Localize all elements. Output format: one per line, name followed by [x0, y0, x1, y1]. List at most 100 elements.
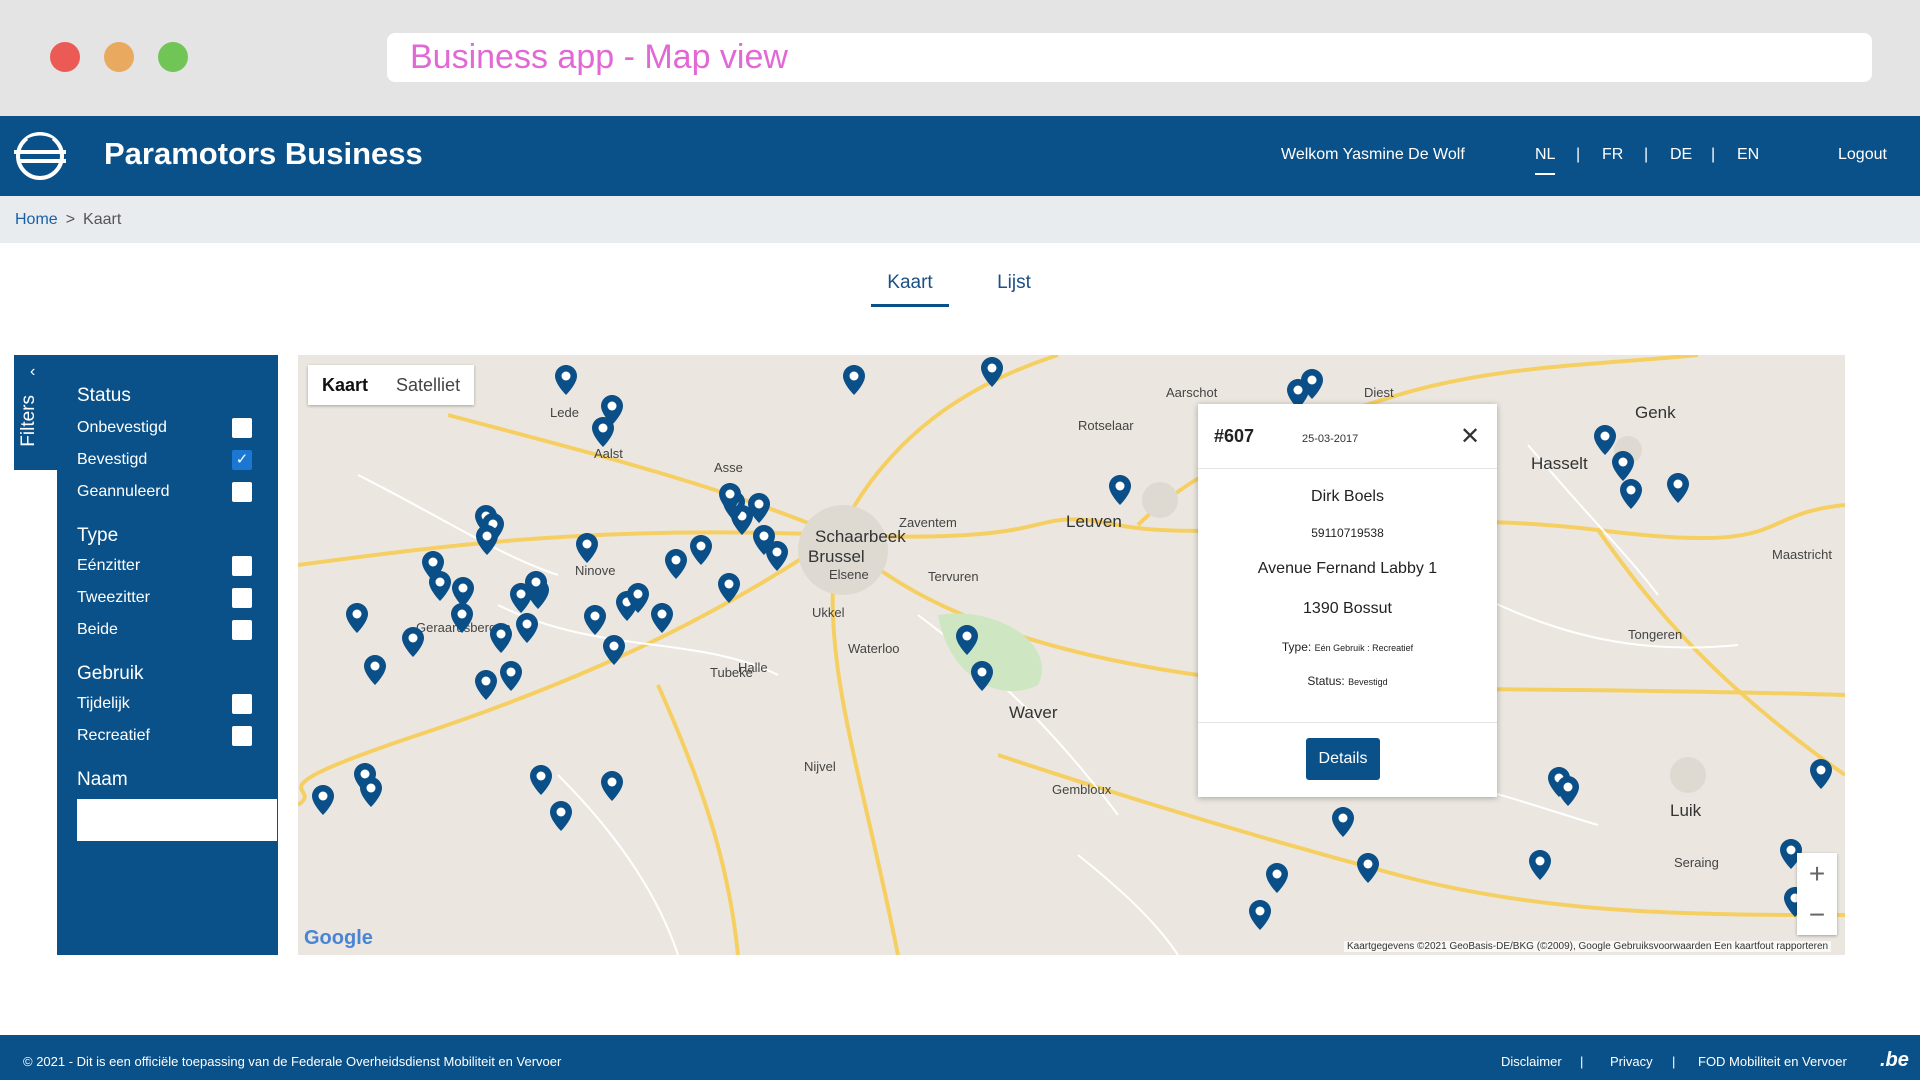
popup-divider [1198, 722, 1497, 723]
map-place-label: Ukkel [812, 605, 845, 620]
map-place-label: Leuven [1066, 512, 1122, 531]
filter-label-geannuleerd: Geannuleerd [77, 483, 170, 500]
logout-link[interactable]: Logout [1838, 146, 1887, 164]
naam-input[interactable] [77, 799, 277, 841]
map-pin-icon[interactable] [766, 541, 788, 571]
map-pin-icon[interactable] [718, 573, 740, 603]
map-pin-icon[interactable] [1612, 451, 1634, 481]
details-button[interactable]: Details [1306, 738, 1380, 780]
map-pin-icon[interactable] [1810, 759, 1832, 789]
lang-en[interactable]: EN [1737, 146, 1759, 164]
checkbox-onbevestigd[interactable] [232, 418, 252, 438]
map-pin-icon[interactable] [1249, 900, 1271, 930]
map-pin-icon[interactable] [1357, 853, 1379, 883]
map-pin-icon[interactable] [451, 603, 473, 633]
lang-de[interactable]: DE [1670, 146, 1692, 164]
filter-naam-heading: Naam [77, 769, 128, 790]
popup-type: Type: Eén Gebruik : Recreatief [1198, 640, 1497, 654]
map-pin-icon[interactable] [843, 365, 865, 395]
maximize-window-button[interactable] [158, 42, 188, 72]
map-pin-icon[interactable] [1529, 850, 1551, 880]
map-pin-icon[interactable] [601, 771, 623, 801]
map-pin-icon[interactable] [1667, 473, 1689, 503]
map-pin-icon[interactable] [971, 661, 993, 691]
map-pin-icon[interactable] [312, 785, 334, 815]
map-pin-icon[interactable] [555, 365, 577, 395]
map-attribution[interactable]: Kaartgegevens ©2021 GeoBasis-DE/BKG (©20… [1344, 941, 1832, 952]
map-pin-icon[interactable] [592, 417, 614, 447]
map-pin-icon[interactable] [530, 765, 552, 795]
map-pin-icon[interactable] [516, 613, 538, 643]
map-pin-icon[interactable] [550, 801, 572, 831]
map-pin-icon[interactable] [576, 533, 598, 563]
lang-separator: | [1644, 146, 1649, 163]
checkbox-recreatief[interactable] [232, 726, 252, 746]
zoom-in-button[interactable]: + [1797, 853, 1837, 894]
close-icon[interactable]: ✕ [1460, 422, 1480, 451]
app-title: Paramotors Business [104, 136, 423, 171]
map-pin-icon[interactable] [364, 655, 386, 685]
map-pin-icon[interactable] [476, 525, 498, 555]
map-pin-icon[interactable] [719, 483, 741, 513]
map-pin-icon[interactable] [627, 583, 649, 613]
checkbox-beide[interactable] [232, 620, 252, 640]
filter-label-beide: Beide [77, 621, 118, 638]
map-pin-icon[interactable] [346, 603, 368, 633]
map-pin-icon[interactable] [1557, 776, 1579, 806]
map-pin-icon[interactable] [1266, 863, 1288, 893]
map-pin-icon[interactable] [402, 627, 424, 657]
breadcrumb-home[interactable]: Home [15, 211, 58, 228]
map-type-satelliet[interactable]: Satelliet [382, 365, 474, 405]
map-pin-icon[interactable] [1301, 369, 1323, 399]
close-window-button[interactable] [50, 42, 80, 72]
footer-link-privacy[interactable]: Privacy [1610, 1054, 1653, 1069]
chevron-left-icon[interactable]: ‹ [30, 363, 35, 381]
map-pin-icon[interactable] [1109, 475, 1131, 505]
map-place-label: Gembloux [1052, 782, 1112, 797]
filters-toggle[interactable]: ‹ Filters [14, 355, 57, 470]
popup-type-value: Eén Gebruik : Recreatief [1314, 643, 1414, 653]
map-pin-icon[interactable] [651, 603, 673, 633]
map-place-label: Ninove [575, 563, 616, 578]
map-view[interactable]: Kaart Satelliet Brussel Schaarbeek Leuve… [298, 355, 1845, 955]
address-bar[interactable]: Business app - Map view [387, 33, 1872, 82]
map-pin-icon[interactable] [500, 661, 522, 691]
map-pin-icon[interactable] [665, 549, 687, 579]
map-type-kaart[interactable]: Kaart [308, 365, 382, 405]
checkbox-eenzitter[interactable] [232, 556, 252, 576]
lang-fr[interactable]: FR [1602, 146, 1623, 164]
map-pin-icon[interactable] [603, 635, 625, 665]
map-pin-icon[interactable] [584, 605, 606, 635]
map-pin-icon[interactable] [956, 625, 978, 655]
zoom-out-button[interactable]: − [1797, 894, 1837, 935]
map-pin-icon[interactable] [1332, 807, 1354, 837]
lang-nl[interactable]: NL [1535, 146, 1556, 175]
checkbox-geannuleerd[interactable] [232, 482, 252, 502]
map-pin-icon[interactable] [429, 571, 451, 601]
checkbox-tweezitter[interactable] [232, 588, 252, 608]
filter-label-onbevestigd: Onbevestigd [77, 419, 167, 436]
checkbox-tijdelijk[interactable] [232, 694, 252, 714]
map-place-label: Schaarbeek [815, 527, 906, 546]
minimize-window-button[interactable] [104, 42, 134, 72]
tab-kaart[interactable]: Kaart [871, 272, 949, 307]
footer-link-disclaimer[interactable]: Disclaimer [1501, 1054, 1562, 1069]
footer-link-fod[interactable]: FOD Mobiliteit en Vervoer [1698, 1054, 1847, 1069]
map-pin-icon[interactable] [981, 357, 1003, 387]
popup-name: Dirk Boels [1311, 488, 1384, 505]
app-logo-icon[interactable] [14, 130, 66, 182]
tab-lijst[interactable]: Lijst [994, 272, 1034, 294]
map-pin-icon[interactable] [490, 623, 512, 653]
map-pin-icon[interactable] [690, 535, 712, 565]
footer-copyright: © 2021 - Dit is een officiële toepassing… [23, 1054, 562, 1069]
popup-date: 25-03-2017 [1302, 433, 1359, 445]
map-pin-icon[interactable] [1620, 479, 1642, 509]
checkbox-bevestigd[interactable]: ✓ [232, 450, 252, 470]
map-place-label: Zaventem [899, 515, 957, 530]
map-pin-icon[interactable] [475, 670, 497, 700]
footer: © 2021 - Dit is een officiële toepassing… [0, 1035, 1920, 1080]
map-pin-icon[interactable] [525, 571, 547, 601]
map-pin-icon[interactable] [748, 493, 770, 523]
filter-label-eenzitter: Eénzitter [77, 557, 141, 574]
map-pin-icon[interactable] [360, 777, 382, 807]
